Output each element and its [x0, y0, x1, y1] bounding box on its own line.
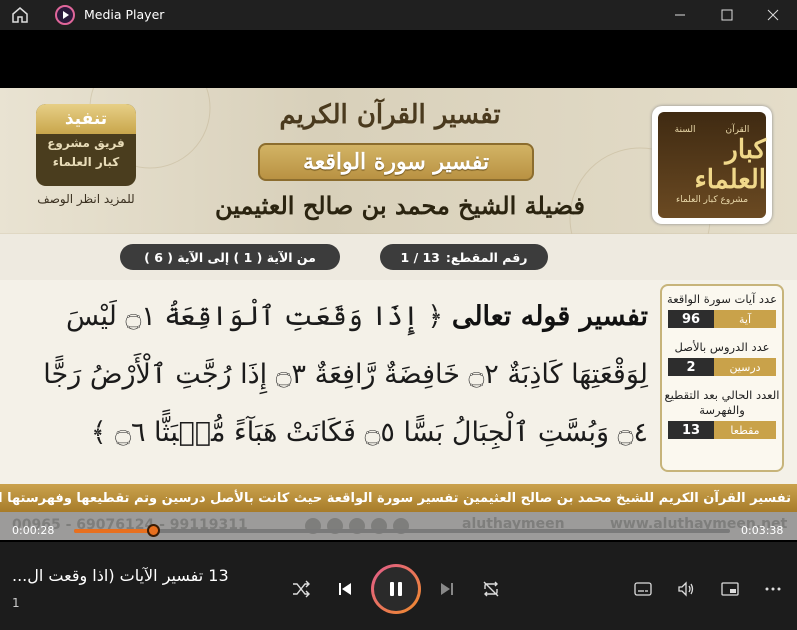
seek-thumb[interactable]: [146, 524, 160, 537]
stat-unit: مقطعا: [714, 421, 776, 439]
maximize-button[interactable]: [704, 0, 750, 30]
miniplayer-icon: [721, 582, 739, 596]
title-bar: Media Player: [0, 0, 797, 30]
video-letterbox: [0, 30, 797, 88]
repeat-button[interactable]: [476, 574, 506, 604]
pause-icon: [390, 582, 402, 596]
seek-bar[interactable]: 0:00:28 0:03:38: [0, 520, 797, 542]
segment-label: رقم المقطع:: [445, 249, 528, 265]
project-logo: القرآن السنة كبار العلماء مشروع كبار الع…: [652, 106, 772, 224]
stat-label-lessons: عدد الدروس بالأصل: [674, 340, 770, 354]
video-frame[interactable]: تفسير القرآن الكريم تفسير سورة الواقعة ف…: [0, 88, 797, 540]
now-playing-title[interactable]: 13 تفسير الآيات (اذا وقعت ال...: [12, 566, 260, 585]
sheikh-name: فضيلة الشيخ محمد بن صالح العثيمين: [215, 191, 585, 220]
stat-unit: آية: [714, 310, 776, 328]
more-options-icon: [765, 587, 781, 591]
play-pause-button[interactable]: [371, 564, 421, 614]
shuffle-icon: [293, 580, 310, 598]
stat-value: 2: [668, 358, 714, 376]
execution-badge: تنفيذ فريق مشروع كبار العلماء: [36, 104, 136, 186]
stat-row-segments: 13 مقطعا: [668, 421, 776, 439]
miniplayer-button[interactable]: [715, 574, 745, 604]
logo-quran-text: القرآن: [725, 125, 750, 135]
more-options-button[interactable]: [758, 574, 788, 604]
stat-row-lessons: 2 درسين: [668, 358, 776, 376]
next-icon: [441, 583, 453, 595]
close-icon: [767, 9, 779, 21]
segment-pill: رقم المقطع: 1 / 13: [380, 244, 548, 270]
logo-main-text: كبار العلماء: [694, 135, 766, 195]
stat-label-verses: عدد آيات سورة الواقعة: [667, 292, 777, 306]
window-title: Media Player: [84, 7, 165, 22]
shuffle-button[interactable]: [286, 574, 316, 604]
more-info-text: للمزيد انظر الوصف: [37, 192, 135, 206]
verse-range-pill: من الآية ( 1 ) إلى الآية ( 6 ): [120, 244, 340, 270]
captions-icon: [634, 582, 652, 596]
current-time: 0:00:28: [12, 524, 55, 537]
maximize-icon: [721, 9, 733, 21]
captions-button[interactable]: [628, 574, 658, 604]
execution-line-2: كبار العلماء: [52, 155, 120, 169]
stat-unit: درسين: [714, 358, 776, 376]
execution-title: تنفيذ: [36, 104, 136, 134]
stat-row-verses: 96 آية: [668, 310, 776, 328]
surah-title: تفسير سورة الواقعة: [302, 149, 490, 175]
now-playing-subtitle: 1: [12, 596, 20, 610]
volume-button[interactable]: [671, 574, 701, 604]
video-title: تفسير القرآن الكريم: [279, 100, 501, 130]
home-icon[interactable]: [10, 5, 30, 25]
surah-banner: تفسير سورة الواقعة: [258, 143, 534, 181]
execution-line-1: فريق مشروع: [47, 136, 125, 150]
minimize-icon: [675, 14, 685, 16]
previous-button[interactable]: [330, 574, 360, 604]
stat-value: 13: [668, 421, 714, 439]
player-controls: 13 تفسير الآيات (اذا وقعت ال... 1: [0, 542, 797, 630]
stats-panel: عدد آيات سورة الواقعة 96 آية عدد الدروس …: [660, 284, 784, 472]
seek-progress: [74, 529, 153, 533]
logo-sunnah-text: السنة: [674, 125, 696, 135]
stat-label-segments: العدد الحالي بعد التقطيع والفهرسة: [664, 388, 780, 417]
minimize-button[interactable]: [657, 0, 703, 30]
verses-block: تفسير قوله تعالى ﴿ إِذَا وَقَعَتِ ٱلْوَا…: [10, 288, 648, 462]
verses-label: تفسير قوله تعالى: [451, 301, 648, 332]
volume-icon: [678, 581, 694, 597]
media-player-logo-icon: [55, 5, 75, 25]
repeat-off-icon: [483, 581, 499, 597]
stat-value: 96: [668, 310, 714, 328]
seek-track[interactable]: [74, 529, 730, 533]
segment-value: 1 / 13: [400, 249, 440, 265]
previous-icon: [339, 583, 351, 595]
next-button[interactable]: [432, 574, 462, 604]
duration: 0:03:38: [741, 524, 784, 537]
logo-sub-text: مشروع كبار العلماء: [675, 195, 749, 205]
news-ticker: تفسير القرآن الكريم للشيخ محمد بن صالح ا…: [0, 484, 797, 512]
close-button[interactable]: [750, 0, 796, 30]
